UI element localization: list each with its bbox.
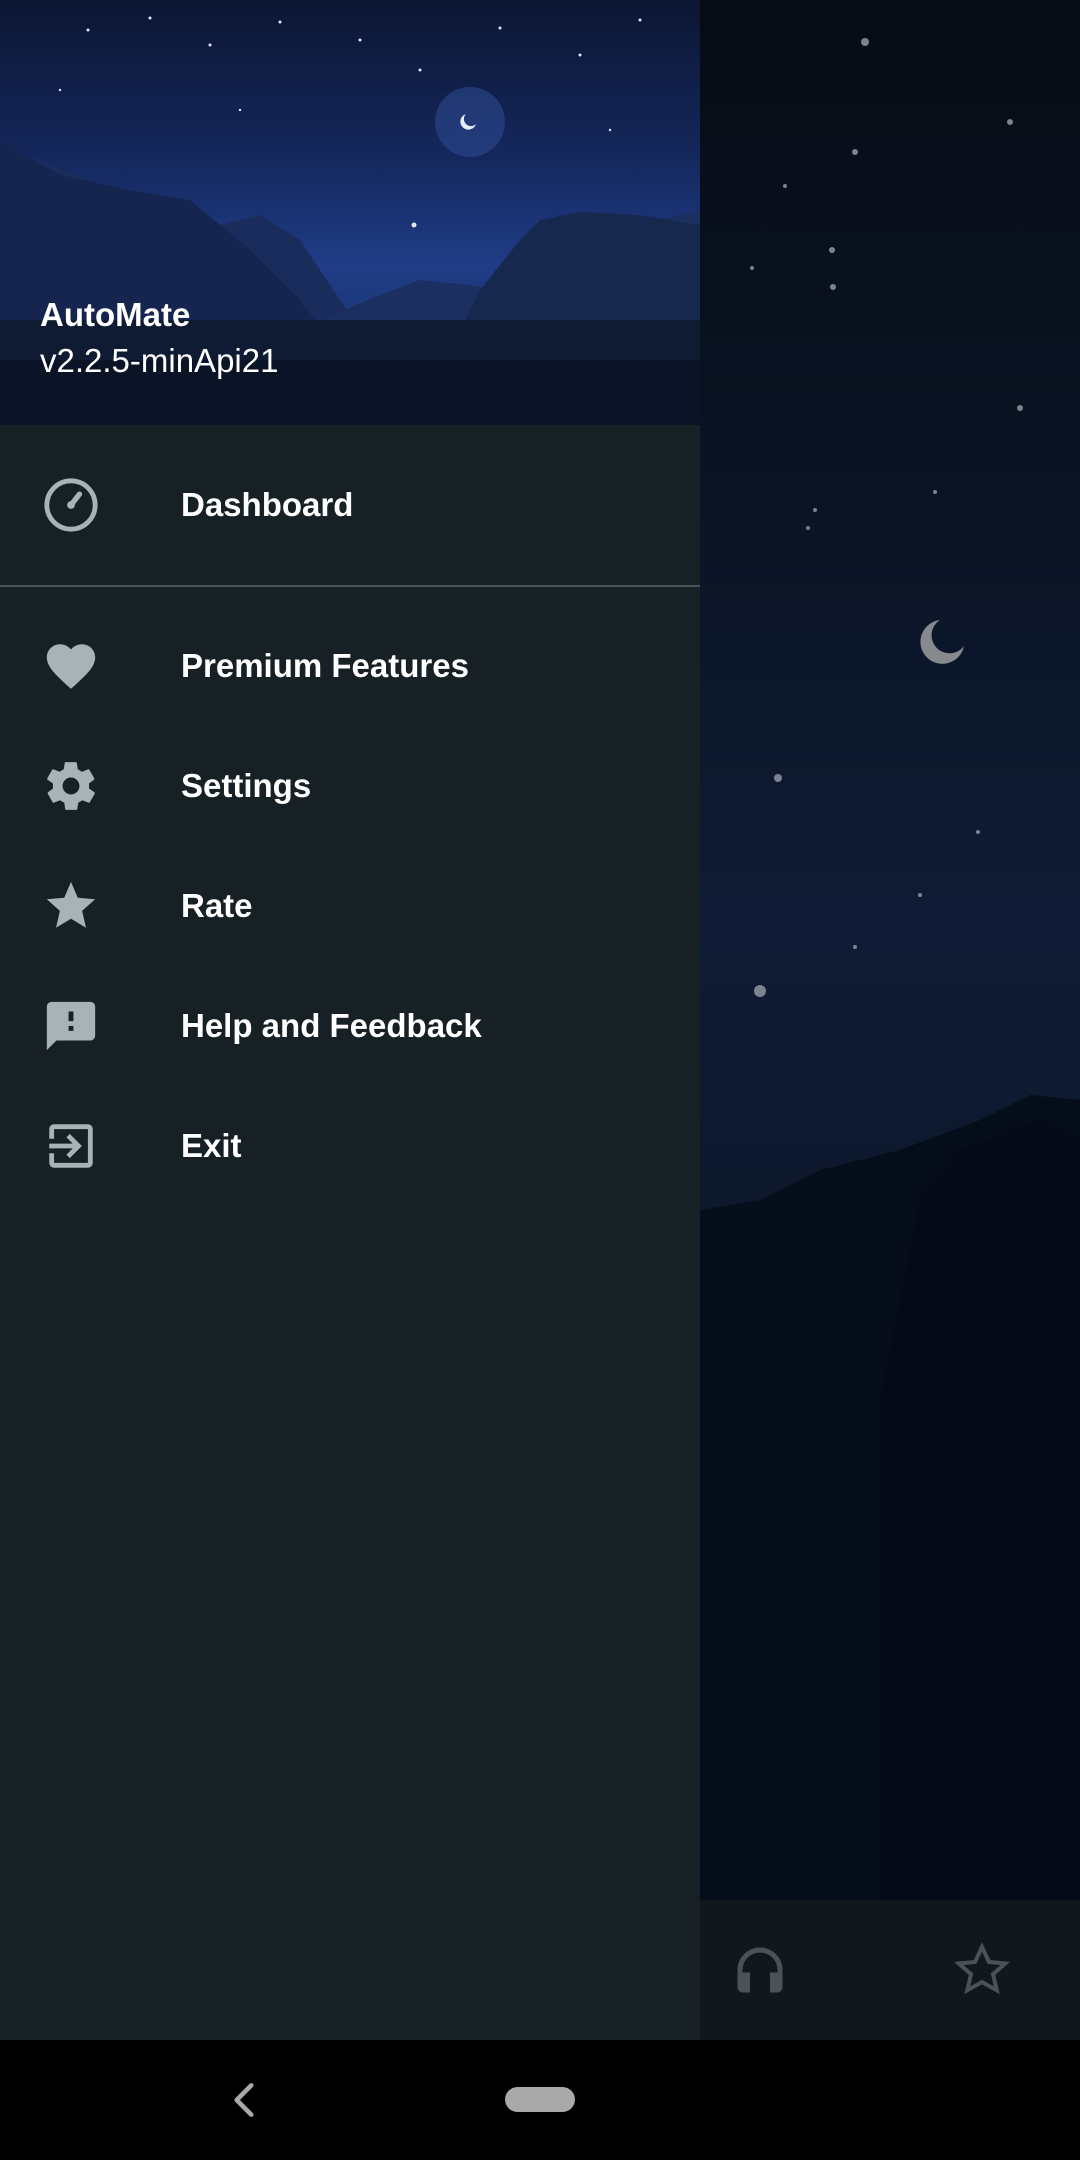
drawer-item-label: Exit <box>181 1127 242 1164</box>
drawer-item-label: Help and Feedback <box>181 1007 482 1044</box>
drawer-item-label: Settings <box>181 767 312 804</box>
drawer-item-help-feedback[interactable]: Help and Feedback <box>0 966 700 1086</box>
app-name: AutoMate <box>40 296 191 333</box>
drawer-item-label: Premium Features <box>181 647 469 684</box>
drawer-item-rate[interactable]: Rate <box>0 846 700 966</box>
back-icon[interactable] <box>220 2075 270 2125</box>
navigation-drawer: AutoMate v2.2.5-minApi21 Dashboard Premi… <box>0 0 700 2040</box>
drawer-item-label: Rate <box>181 887 253 924</box>
drawer-item-premium-features[interactable]: Premium Features <box>0 606 700 726</box>
app-version: v2.2.5-minApi21 <box>40 342 279 379</box>
heart-icon <box>42 637 100 695</box>
star-icon <box>42 877 100 935</box>
dashboard-gauge-icon <box>42 476 100 534</box>
feedback-icon <box>42 997 100 1055</box>
drawer-item-settings[interactable]: Settings <box>0 726 700 846</box>
gear-icon <box>42 757 100 815</box>
drawer-divider <box>0 585 700 587</box>
system-navigation-bar <box>0 2040 1080 2160</box>
drawer-item-dashboard[interactable]: Dashboard <box>0 445 700 565</box>
home-pill[interactable] <box>505 2087 575 2112</box>
drawer-item-exit[interactable]: Exit <box>0 1086 700 1206</box>
drawer-header: AutoMate v2.2.5-minApi21 <box>0 0 700 425</box>
star-outline-icon[interactable] <box>952 1940 1012 2000</box>
headphones-icon[interactable] <box>730 1940 790 2000</box>
exit-icon <box>42 1117 100 1175</box>
drawer-item-label: Dashboard <box>181 486 354 523</box>
